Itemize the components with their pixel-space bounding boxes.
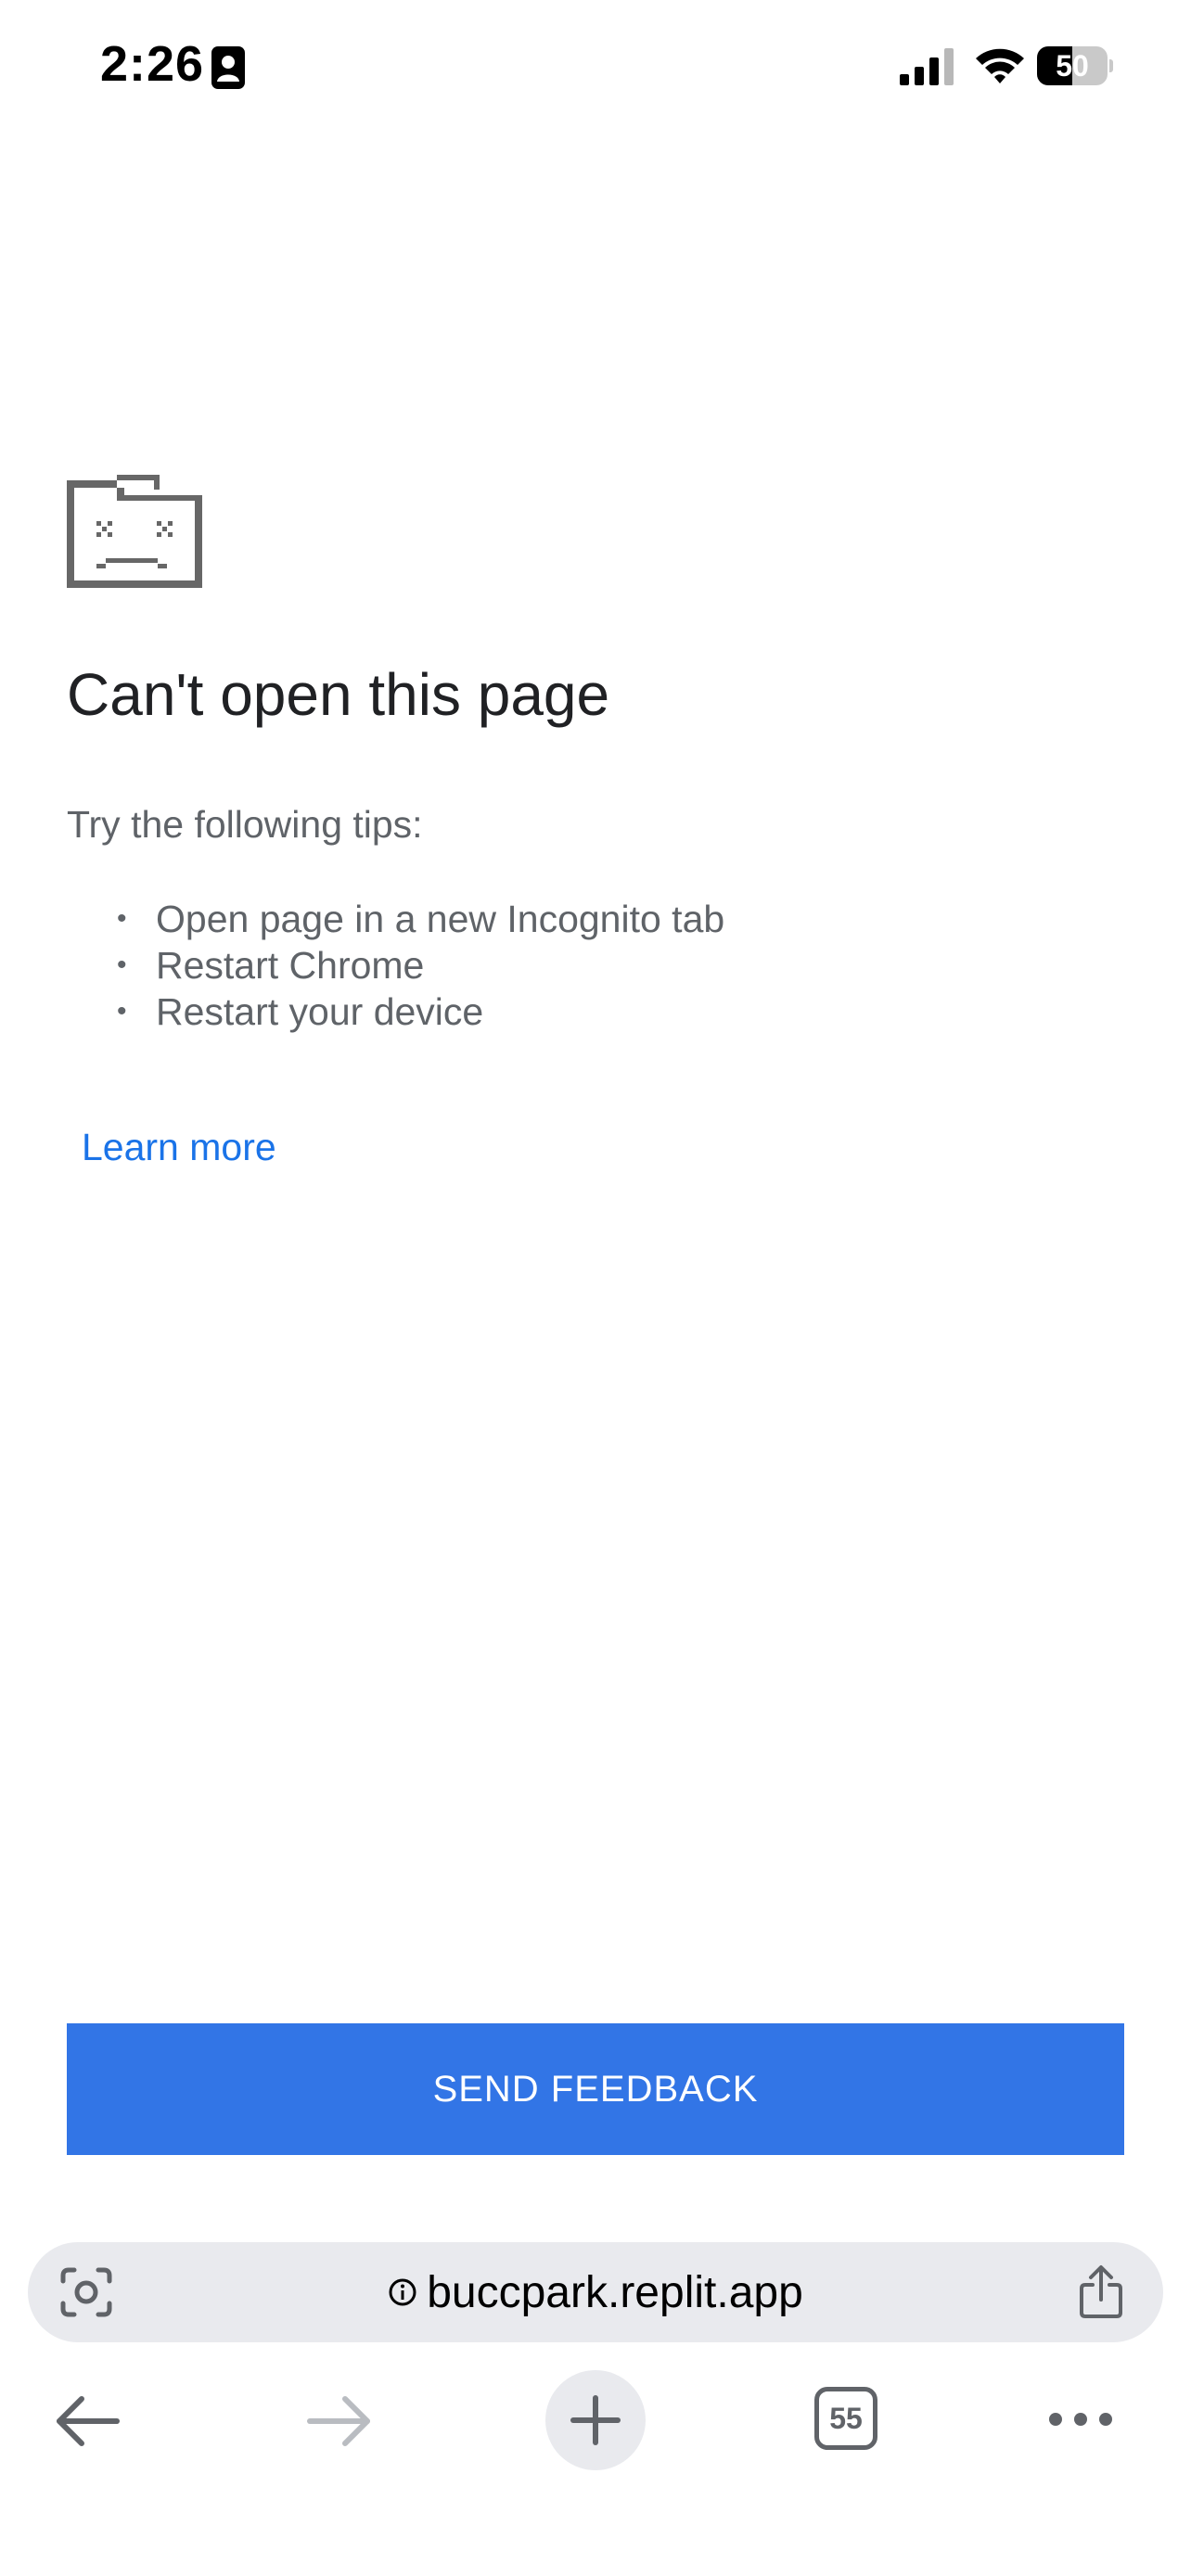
tip-item: • Open page in a new Incognito tab — [117, 896, 725, 942]
wifi-icon — [976, 48, 1024, 83]
contact-card-icon — [211, 46, 245, 89]
status-bar: 2:26 50 — [0, 0, 1191, 130]
tip-item: • Restart your device — [117, 988, 724, 1035]
cellular-signal-icon — [900, 48, 954, 85]
status-time: 2:26 — [100, 36, 205, 92]
back-arrow-icon[interactable] — [54, 2394, 121, 2448]
send-feedback-button[interactable]: SEND FEEDBACK — [67, 2023, 1124, 2155]
plus-icon — [570, 2395, 621, 2445]
url-group[interactable]: buccpark.replit.app — [28, 2242, 1163, 2342]
battery-level: 50 — [1056, 49, 1089, 83]
bullet-icon: • — [117, 903, 127, 934]
battery-icon: 50 — [1037, 46, 1113, 85]
battery-tip — [1109, 59, 1113, 72]
tips-intro: Try the following tips: — [67, 803, 423, 846]
tab-count: 55 — [829, 2402, 863, 2435]
bullet-icon: • — [117, 996, 127, 1027]
tip-text: Restart Chrome — [156, 944, 425, 987]
tips-list: • Open page in a new Incognito tab • Res… — [117, 896, 725, 1035]
info-icon[interactable] — [388, 2277, 417, 2307]
tab-switcher-button[interactable]: 55 — [814, 2387, 877, 2450]
learn-more-link[interactable]: Learn more — [82, 1126, 276, 1169]
url-text[interactable]: buccpark.replit.app — [427, 2267, 803, 2318]
more-options-icon[interactable] — [1046, 2407, 1115, 2431]
tip-text: Open page in a new Incognito tab — [156, 898, 725, 940]
forward-arrow-icon[interactable] — [306, 2394, 373, 2448]
bottom-toolbar: 55 — [0, 2365, 1191, 2476]
tip-item: • Restart Chrome — [117, 942, 724, 988]
tip-text: Restart your device — [156, 990, 484, 1033]
share-icon[interactable] — [1078, 2264, 1124, 2320]
address-bar[interactable]: buccpark.replit.app — [28, 2242, 1163, 2342]
page-title: Can't open this page — [67, 661, 610, 728]
new-tab-button[interactable] — [545, 2370, 646, 2470]
sad-folder-icon — [67, 475, 202, 588]
bullet-icon: • — [117, 950, 127, 980]
